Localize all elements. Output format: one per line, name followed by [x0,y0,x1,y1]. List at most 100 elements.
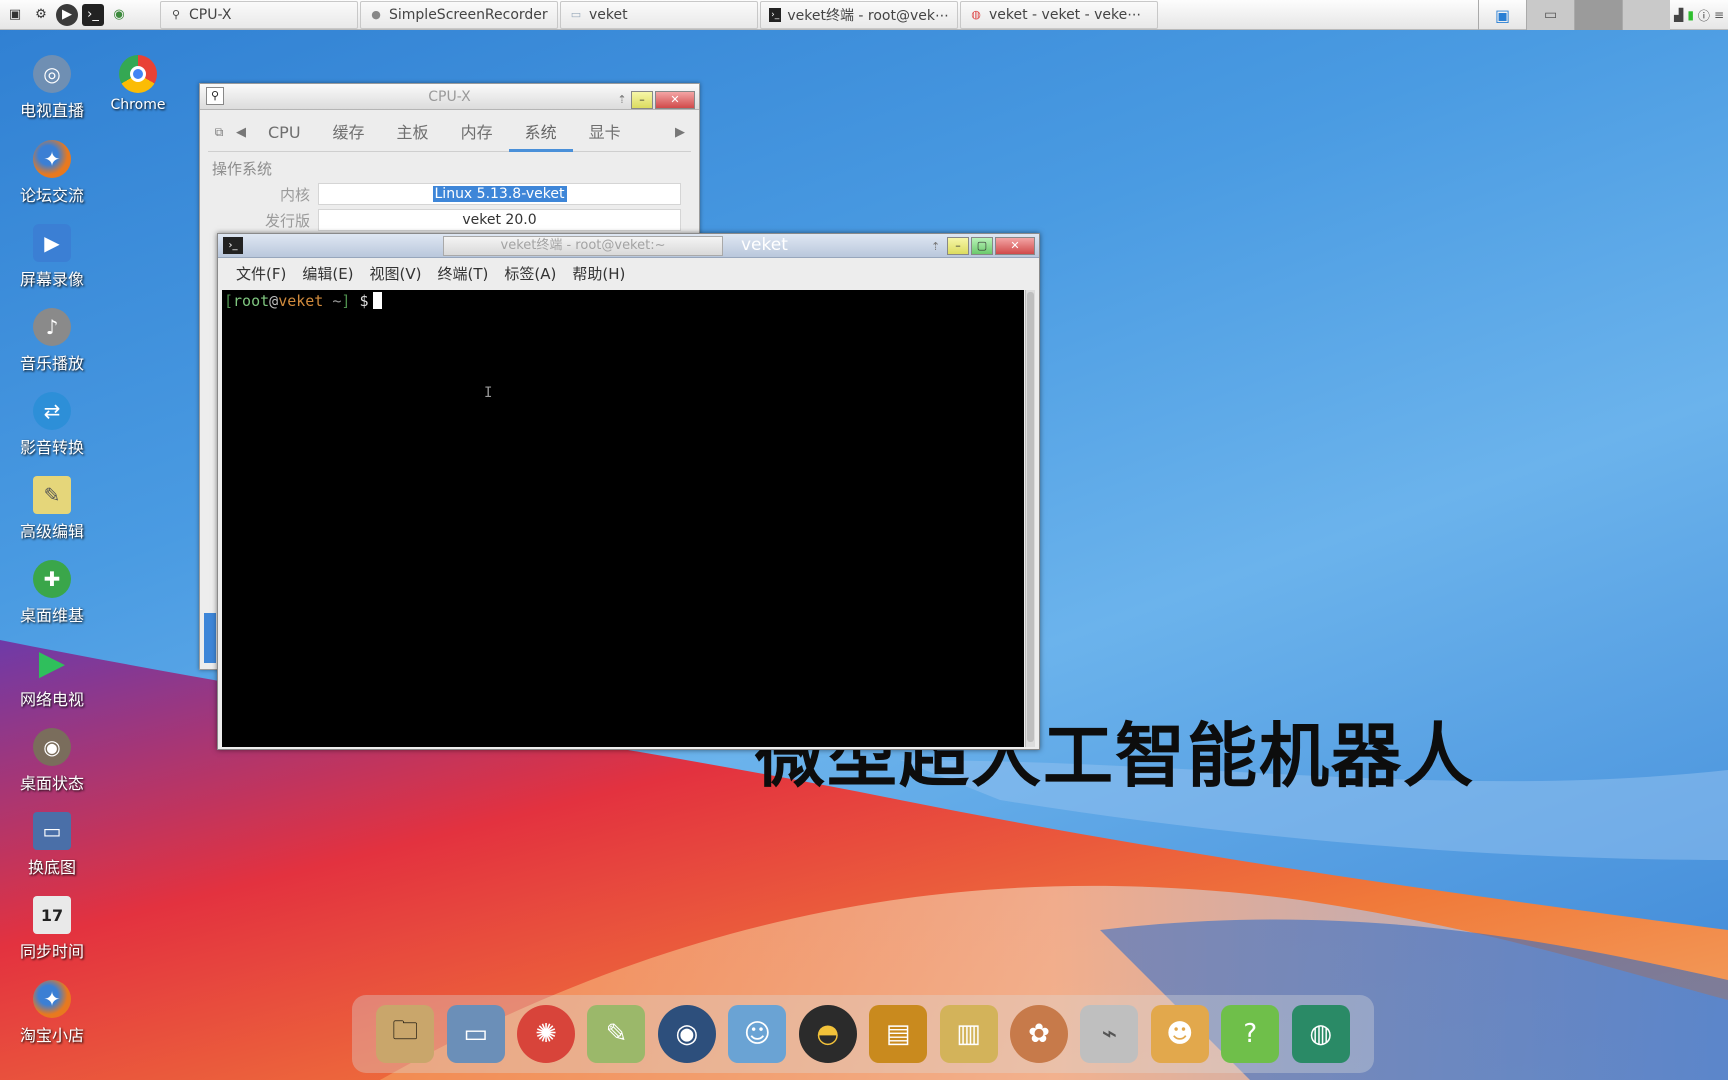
menu-view[interactable]: 视图(V) [362,263,430,284]
section-title: 操作系统 [212,160,273,178]
menu-icon[interactable]: ≡ [1714,8,1724,22]
tab-motherboard[interactable]: 主板 [381,114,445,152]
terminal-scrollbar[interactable] [1025,290,1035,747]
desktop-icon-wallpaper[interactable]: ▭ 换底图 [10,812,94,878]
monitor-icon: ▭ [33,812,71,850]
task-label: SimpleScreenRecorder [389,6,548,23]
palette-icon[interactable]: ✿ [1010,1005,1068,1063]
desktop-icon-editor[interactable]: ✎ 高级编辑 [10,476,94,542]
tab-cpu[interactable]: CPU [252,114,317,152]
desktop-icon-screen-record[interactable]: ▶ 屏幕录像 [10,224,94,290]
task-chrome[interactable]: ◍ veket - veket - veke⋯ [960,0,1158,29]
prompt-bracket: [ [224,292,234,310]
close-button[interactable]: ✕ [655,91,695,109]
task-file-manager[interactable]: ▭ veket [560,0,758,29]
desktop-icon-shop[interactable]: ✦ 淘宝小店 [10,980,94,1046]
desktop-monitor-icon: ▣ [1495,5,1511,25]
usb-icon[interactable]: ⌁ [1080,1005,1139,1063]
hedgehog-icon[interactable]: ✺ [517,1005,576,1063]
info-row: 发行版 veket 20.0 [218,209,681,231]
tab-system[interactable]: 系统 [508,114,573,152]
minimize-button[interactable]: – [631,91,653,109]
prompt-dollar: $ [359,292,369,310]
desktop-icon-status[interactable]: ◉ 桌面状态 [10,728,94,794]
mascot-icon[interactable]: ☻ [1150,1005,1209,1063]
desktop-icon-wiki[interactable]: ✚ 桌面维基 [10,560,94,626]
tab-cache[interactable]: 缓存 [317,114,381,152]
desktop-icon-net-tv[interactable]: ▶ 网络电视 [10,643,94,710]
desktop-icon-sync-time[interactable]: 17 同步时间 [10,896,94,962]
prompt-bracket: ] [341,292,351,310]
distro-field[interactable]: veket 20.0 [318,209,681,231]
desktop-icon-forum[interactable]: ✦ 论坛交流 [10,140,94,206]
menu-file[interactable]: 文件(F) [228,263,294,284]
terminal-icon[interactable]: ›_ [82,3,104,26]
workspace-1[interactable]: ▣ [1478,0,1526,30]
desktop-icon-label: 高级编辑 [19,522,84,541]
signal-icon[interactable]: ▟ [1674,8,1683,22]
terminal-screen[interactable]: [root@veket ~] $ I [222,290,1024,747]
prompt-at: @ [269,292,279,310]
pin-icon[interactable]: ⇡ [931,240,945,253]
network-icon[interactable]: ◉ [108,4,130,26]
play-icon: ▶ [38,643,66,683]
menu-edit[interactable]: 编辑(E) [294,263,361,284]
files-icon[interactable]: 🗀 [376,1005,435,1063]
terminal-icon: ›_ [223,237,243,254]
task-recorder[interactable]: ● SimpleScreenRecorder [360,0,558,29]
info-row: 内核 Linux 5.13.8-veket [218,183,681,205]
workspace-4[interactable] [1622,0,1671,30]
monitor-icon[interactable]: ▭ [446,1005,505,1063]
media-player-icon[interactable]: ◉ [657,1005,716,1063]
penguin-icon[interactable]: ◓ [798,1005,857,1063]
chrome-icon: ◍ [971,8,981,21]
pin-icon[interactable]: ⇡ [615,87,629,113]
cpux-icon: ⚲ [171,8,181,21]
task-label: veket终端 - root@vek⋯ [787,7,949,24]
scrollbar-thumb[interactable] [1027,292,1034,742]
terminal-titlebar[interactable]: ›_ veket终端 - root@veket:~ veket ⇡ – ▢ ✕ [218,234,1039,258]
cpux-titlebar[interactable]: ⚲ CPU-X ⇡ – ✕ [200,84,699,110]
bottom-dock: 🗀 ▭ ✺ ✎ ◉ ☺ ◓ ▤ ▥ ✿ ⌁ ☻ ? ◍ [352,995,1374,1073]
desktop-icon[interactable]: ▣ [4,4,26,26]
menu-help[interactable]: 帮助(H) [564,263,633,284]
task-label: CPU-X [189,6,232,23]
tab-memory[interactable]: 内存 [445,114,509,152]
desktop-icon-label: 换底图 [27,858,76,877]
desktop-icon-music[interactable]: ♪ 音乐播放 [10,308,94,374]
tab-prev-icon[interactable]: ◀ [230,125,252,140]
wiki-icon: ✚ [33,560,71,598]
play-icon[interactable]: ▶ [56,3,78,26]
info-icon[interactable]: ⓘ [1698,7,1710,24]
menu-tabs[interactable]: 标签(A) [496,263,564,284]
kernel-field[interactable]: Linux 5.13.8-veket [318,183,681,205]
chart-icon[interactable]: ▥ [939,1005,998,1063]
workspace-3[interactable] [1574,0,1623,30]
editor-icon: ✎ [33,476,71,514]
task-terminal[interactable]: ›_ veket终端 - root@vek⋯ [760,0,958,29]
close-button[interactable]: ✕ [995,237,1035,255]
battery-icon[interactable]: ▮ [1687,8,1694,22]
folder-icon: ▭ [570,8,582,21]
prompt-host: veket [278,292,324,310]
paint-icon[interactable]: ✎ [587,1005,646,1063]
tab-menu-icon[interactable]: ⧉ [208,125,230,140]
users-icon[interactable]: ☺ [728,1005,787,1063]
maximize-button[interactable]: ▢ [971,237,993,255]
desktop-icon-tv-live[interactable]: ◎ 电视直播 [10,55,94,121]
desktop-icon-label: 同步时间 [19,942,84,961]
menu-terminal[interactable]: 终端(T) [430,263,497,284]
tv-icon: ◎ [33,55,71,93]
task-cpux[interactable]: ⚲ CPU-X [160,0,358,29]
desktop-icon-label: 影音转换 [19,438,84,457]
settings-icon[interactable]: ⚙ [30,4,52,26]
tab-graphics[interactable]: 显卡 [573,114,637,152]
camera-icon[interactable]: ◍ [1291,1005,1350,1063]
tab-next-icon[interactable]: ▶ [669,125,691,140]
notebook-icon[interactable]: ▤ [869,1005,928,1063]
help-icon[interactable]: ? [1221,1005,1280,1063]
desktop-icon-chrome[interactable]: Chrome [96,55,180,113]
workspace-2[interactable]: ▭ [1526,0,1575,30]
minimize-button[interactable]: – [947,237,969,255]
desktop-icon-media-convert[interactable]: ⇄ 影音转换 [10,392,94,458]
